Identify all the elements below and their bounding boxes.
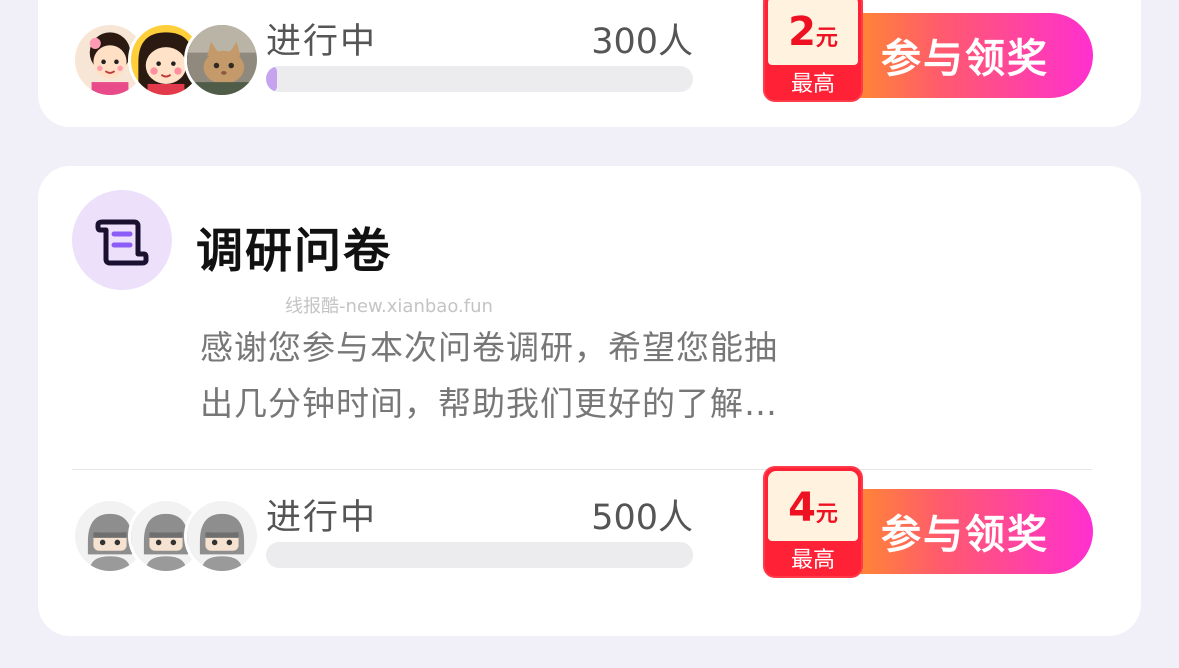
progress-fill xyxy=(266,66,277,92)
survey-title: 调研问卷 xyxy=(196,224,392,279)
cta-label: 参与领奖 xyxy=(881,512,1049,558)
divider xyxy=(72,469,1092,470)
participant-avatars xyxy=(72,498,262,574)
cat-avatar xyxy=(184,22,260,98)
task-status: 进行中 xyxy=(266,22,378,62)
default-user-avatar xyxy=(184,498,260,574)
watermark: 线报酷-new.xianbao.fun xyxy=(285,296,493,317)
progress-bar xyxy=(266,66,693,92)
reward-amount: 4 xyxy=(788,485,816,531)
description-line: 出几分钟时间，帮助我们更好的了解… xyxy=(200,384,778,423)
join-reward-button[interactable]: 参与领奖 2元 最高 xyxy=(763,0,1093,102)
reward-label: 最高 xyxy=(790,548,835,573)
reward-badge: 4元 最高 xyxy=(763,466,863,578)
task-footer: 进行中 500人 参与领奖 4元 最高 xyxy=(38,466,1141,586)
survey-description: 感谢您参与本次问卷调研，希望您能抽 出几分钟时间，帮助我们更好的了解… xyxy=(200,320,800,432)
task-footer: 进行中 300人 参与领奖 2元 最高 xyxy=(38,0,1141,110)
task-card: 进行中 300人 参与领奖 2元 最高 xyxy=(38,0,1141,127)
reward-amount-box: 2元 xyxy=(768,0,858,65)
survey-card[interactable]: 调研问卷 线报酷-new.xianbao.fun 感谢您参与本次问卷调研，希望您… xyxy=(38,166,1141,636)
participant-avatars xyxy=(72,22,262,98)
scroll-icon xyxy=(72,190,172,290)
reward-amount: 2 xyxy=(788,9,816,55)
reward-label: 最高 xyxy=(790,72,835,97)
reward-badge: 2元 最高 xyxy=(763,0,863,102)
reward-unit: 元 xyxy=(815,26,838,51)
participant-count: 500人 xyxy=(591,498,693,538)
progress-bar xyxy=(266,542,693,568)
reward-unit: 元 xyxy=(815,502,838,527)
cta-label: 参与领奖 xyxy=(881,36,1049,82)
participant-count: 300人 xyxy=(591,22,693,62)
join-reward-button[interactable]: 参与领奖 4元 最高 xyxy=(763,466,1093,578)
task-status: 进行中 xyxy=(266,498,378,538)
description-line: 感谢您参与本次问卷调研，希望您能抽 xyxy=(200,328,778,367)
reward-amount-box: 4元 xyxy=(768,471,858,541)
